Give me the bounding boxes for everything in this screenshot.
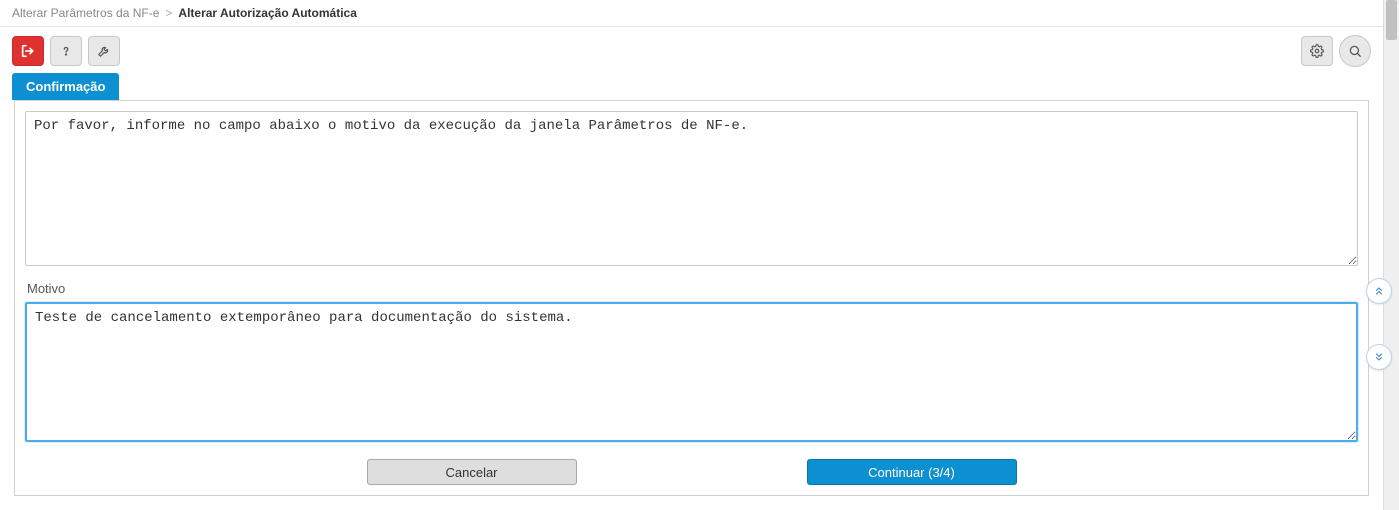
cancel-button[interactable]: Cancelar xyxy=(367,459,577,485)
breadcrumb-parent[interactable]: Alterar Parâmetros da NF-e xyxy=(12,6,159,20)
settings-button[interactable] xyxy=(1301,36,1333,66)
chevron-double-down-icon xyxy=(1373,351,1385,363)
exit-icon xyxy=(20,43,36,59)
search-button[interactable] xyxy=(1339,35,1371,67)
breadcrumb-separator: > xyxy=(165,6,172,20)
action-button-row: Cancelar Continuar (3/4) xyxy=(25,459,1358,485)
tab-confirmacao[interactable]: Confirmação xyxy=(12,73,119,100)
scrollbar-thumb[interactable] xyxy=(1386,0,1397,40)
confirmation-panel: Por favor, informe no campo abaixo o mot… xyxy=(14,100,1369,496)
motivo-textarea[interactable]: Teste de cancelamento extemporâneo para … xyxy=(25,302,1358,442)
scroll-down-floater[interactable] xyxy=(1366,344,1392,370)
motivo-label: Motivo xyxy=(27,281,1356,296)
help-icon xyxy=(59,44,73,58)
exit-button[interactable] xyxy=(12,36,44,66)
breadcrumb-current: Alterar Autorização Automática xyxy=(178,6,356,20)
instructions-textarea[interactable]: Por favor, informe no campo abaixo o mot… xyxy=(25,111,1358,266)
search-icon xyxy=(1348,44,1362,58)
wrench-icon xyxy=(97,44,111,58)
gear-icon xyxy=(1310,44,1324,58)
tab-strip: Confirmação xyxy=(0,73,1383,100)
tools-button[interactable] xyxy=(88,36,120,66)
breadcrumb: Alterar Parâmetros da NF-e > Alterar Aut… xyxy=(0,0,1383,27)
continue-button[interactable]: Continuar (3/4) xyxy=(807,459,1017,485)
vertical-scrollbar[interactable]: ▴ xyxy=(1383,0,1399,510)
help-button[interactable] xyxy=(50,36,82,66)
scroll-up-floater[interactable] xyxy=(1366,278,1392,304)
toolbar xyxy=(0,27,1383,73)
chevron-double-up-icon xyxy=(1373,285,1385,297)
